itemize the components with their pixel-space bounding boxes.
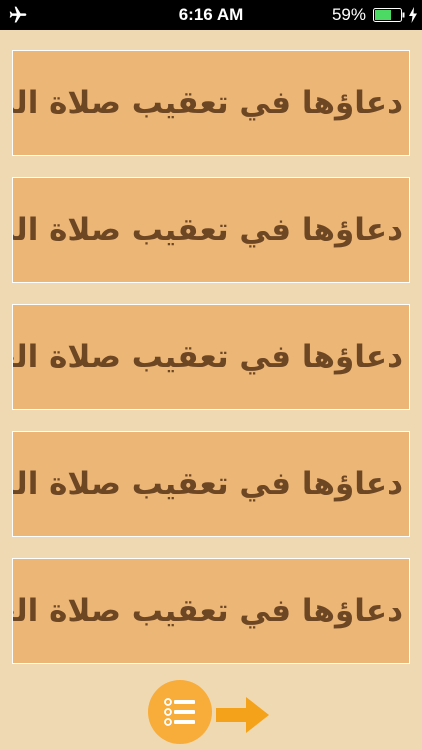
charging-bolt-icon — [409, 7, 417, 23]
arrow-right-icon[interactable] — [216, 695, 270, 735]
menu-button[interactable] — [148, 680, 212, 744]
status-bar: 6:16 AM 59% — [0, 0, 422, 30]
list-menu-icon — [164, 698, 195, 726]
prayer-item-asr[interactable]: دعاؤها في تعقيب صلاة العصر — [12, 304, 410, 410]
battery-percentage: 59% — [331, 5, 366, 24]
prayer-item-dhuhr[interactable]: دعاؤها في تعقيب صلاة الظهر — [12, 177, 410, 283]
prayer-item-fajr[interactable]: دعاؤها في تعقيب صلاة الصبح — [12, 50, 410, 156]
battery-icon — [373, 8, 405, 22]
prayer-list: دعاؤها في تعقيب صلاة الصبح دعاؤها في تعق… — [12, 50, 410, 685]
prayer-item-label: دعاؤها في تعقيب صلاة الصبح — [13, 85, 403, 121]
bottom-bar — [0, 680, 422, 750]
prayer-item-label: دعاؤها في تعقيب صلاة الظهر — [13, 212, 403, 248]
prayer-item-maghrib[interactable]: دعاؤها في تعقيب صلاة المغرب — [12, 431, 410, 537]
prayer-item-label: دعاؤها في تعقيب صلاة العشاء — [13, 593, 403, 629]
prayer-item-label: دعاؤها في تعقيب صلاة المغرب — [13, 466, 403, 502]
prayer-item-label: دعاؤها في تعقيب صلاة العصر — [13, 339, 403, 375]
prayer-item-isha[interactable]: دعاؤها في تعقيب صلاة العشاء — [12, 558, 410, 664]
